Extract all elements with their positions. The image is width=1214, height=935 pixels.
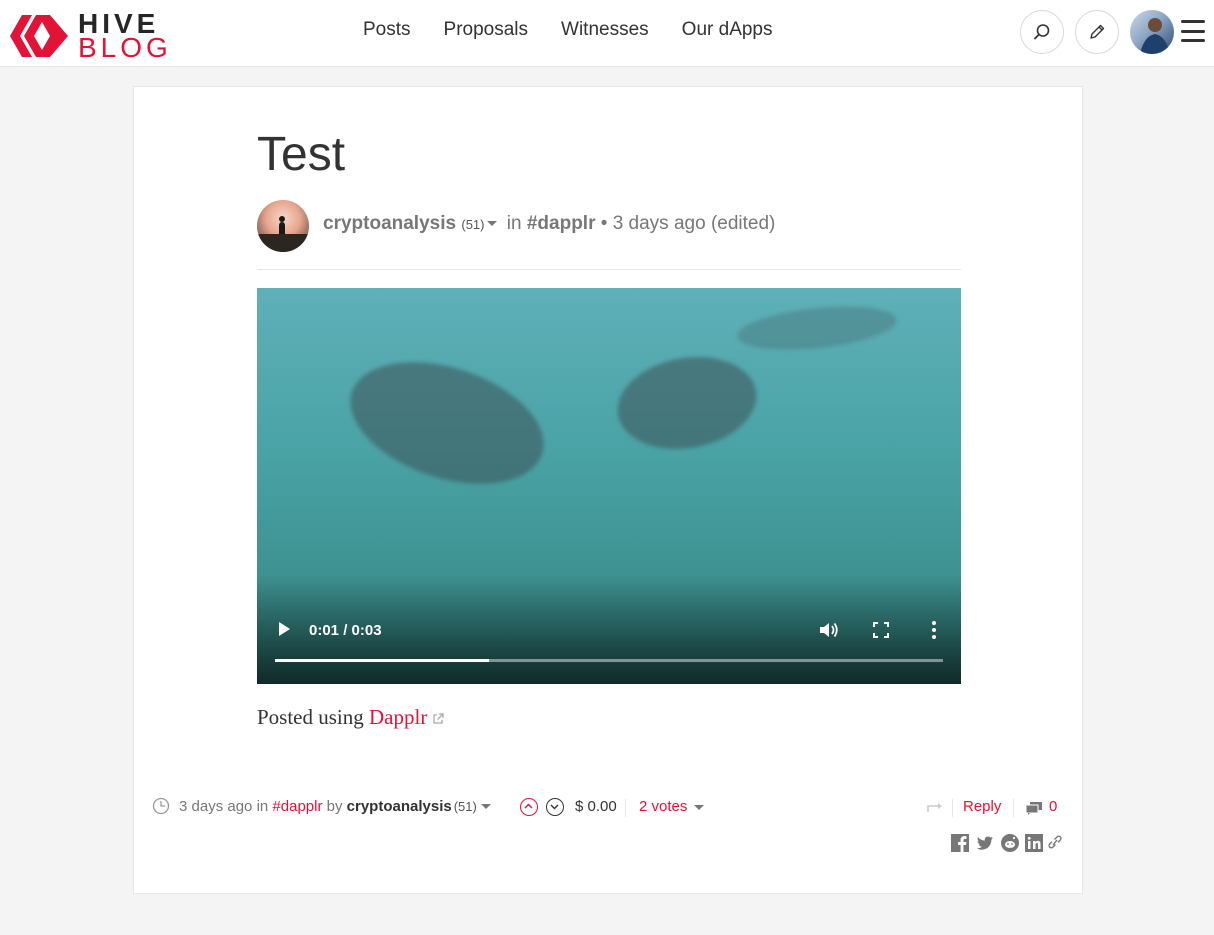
create-post-button[interactable] — [1075, 10, 1119, 54]
video-time: 0:01 / 0:03 — [309, 622, 382, 639]
votes-label: 2 votes — [639, 798, 688, 815]
linkedin-share-icon[interactable] — [1025, 834, 1043, 852]
post-time[interactable]: 3 days ago — [613, 213, 706, 234]
footer-separator — [625, 799, 626, 817]
author-name-link[interactable]: cryptoanalysis — [323, 213, 456, 234]
byline-divider — [257, 269, 961, 270]
video-frame-shape — [334, 339, 560, 507]
facebook-share-icon[interactable] — [951, 834, 969, 852]
hive-logo-icon — [10, 15, 68, 57]
hive-blog-logo[interactable]: HIVE BLOG — [10, 10, 180, 62]
footer-separator — [1013, 799, 1014, 817]
upvote-chevron-icon — [524, 803, 533, 809]
footer-author-caret-icon[interactable] — [480, 803, 491, 809]
video-frame-shape — [610, 346, 764, 460]
video-frame-shape — [735, 299, 899, 357]
post-title: Test — [257, 128, 346, 181]
more-options-icon[interactable] — [931, 621, 937, 639]
nav-posts[interactable]: Posts — [363, 19, 411, 41]
author-menu-caret-icon[interactable] — [487, 221, 498, 227]
author-avatar-image-icon — [257, 216, 309, 252]
nav-our-dapps[interactable]: Our dApps — [682, 19, 773, 41]
post-card: Test cryptoanalysis (51) in #dapplr • 3 … — [133, 86, 1083, 894]
video-player[interactable]: 0:01 / 0:03 — [257, 288, 961, 684]
clock-icon — [152, 797, 170, 815]
votes-caret-icon — [694, 804, 705, 810]
comments-count[interactable]: 0 — [1049, 798, 1057, 815]
author-avatar[interactable] — [257, 200, 309, 252]
dapplr-link[interactable]: Dapplr — [369, 705, 427, 729]
reply-button[interactable]: Reply — [963, 798, 1001, 815]
video-progress-bar[interactable] — [275, 659, 943, 662]
footer-separator — [952, 799, 953, 817]
search-button[interactable] — [1020, 10, 1064, 54]
user-avatar[interactable] — [1130, 10, 1174, 54]
post-byline: cryptoanalysis (51) in #dapplr • 3 days … — [323, 213, 775, 235]
copy-link-icon[interactable] — [1048, 834, 1062, 850]
nav-proposals[interactable]: Proposals — [444, 19, 529, 41]
nav-witnesses[interactable]: Witnesses — [561, 19, 649, 41]
footer-in-word: in — [256, 797, 269, 815]
footer-author-link[interactable]: cryptoanalysis — [347, 798, 452, 815]
top-header: HIVE BLOG Posts Proposals Witnesses Our … — [0, 0, 1214, 67]
bullet: • — [600, 213, 608, 234]
pencil-icon — [1090, 24, 1105, 39]
play-icon[interactable] — [279, 622, 290, 636]
avatar-image-icon — [1140, 18, 1170, 54]
upvote-button[interactable] — [520, 798, 538, 816]
post-tag-link[interactable]: #dapplr — [527, 213, 596, 234]
logo-text: HIVE BLOG — [78, 10, 172, 63]
fullscreen-icon[interactable] — [873, 622, 889, 638]
footer-tag-link[interactable]: #dapplr — [272, 798, 322, 815]
reblog-icon[interactable] — [927, 801, 943, 813]
video-progress-fill — [275, 659, 489, 662]
footer-time[interactable]: 3 days ago — [179, 798, 252, 815]
author-reputation: (51) — [461, 217, 485, 232]
main-nav: Posts Proposals Witnesses Our dApps — [363, 19, 806, 41]
post-footer-meta: 3 days ago in #dapplr by cryptoanalysis(… — [152, 797, 491, 815]
footer-author-reputation: (51) — [453, 798, 477, 814]
menu-icon[interactable] — [1181, 20, 1205, 42]
logo-line2: BLOG — [78, 32, 172, 63]
downvote-button[interactable] — [546, 798, 564, 816]
post-body: Posted using Dapplr — [257, 705, 444, 730]
downvote-chevron-icon — [550, 804, 559, 810]
edited-label: (edited) — [710, 213, 776, 234]
reddit-share-icon[interactable] — [1001, 834, 1019, 852]
volume-icon[interactable] — [819, 621, 839, 639]
posted-using-text: Posted using — [257, 705, 364, 729]
comments-icon[interactable] — [1025, 801, 1043, 815]
footer-by-word: by — [326, 797, 343, 815]
search-icon — [1034, 24, 1050, 40]
external-link-icon — [433, 713, 444, 724]
in-word: in — [506, 213, 522, 234]
payout-value[interactable]: $ 0.00 — [575, 798, 617, 815]
votes-count[interactable]: 2 votes — [639, 798, 705, 815]
twitter-share-icon[interactable] — [976, 834, 994, 852]
